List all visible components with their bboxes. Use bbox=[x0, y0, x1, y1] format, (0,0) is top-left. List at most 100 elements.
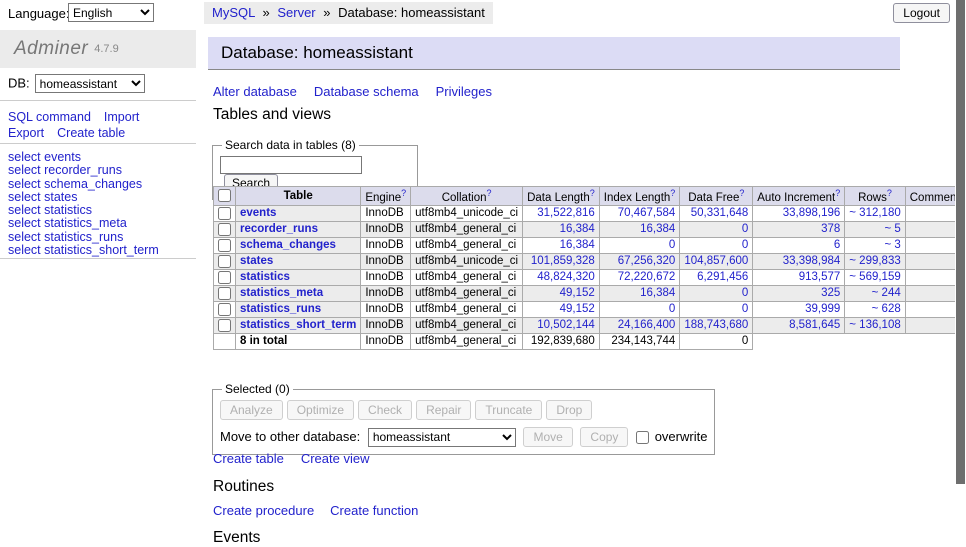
scrollbar-track[interactable] bbox=[955, 0, 966, 543]
auto-increment-link[interactable]: 33,398,984 bbox=[783, 255, 841, 267]
index-length-link[interactable]: 72,220,672 bbox=[618, 271, 676, 283]
table-link-schema_changes[interactable]: schema_changes bbox=[240, 239, 336, 251]
row-checkbox[interactable] bbox=[218, 207, 231, 220]
overwrite-checkbox[interactable] bbox=[636, 431, 649, 444]
data-free-link[interactable]: 0 bbox=[742, 223, 748, 235]
data-length-link[interactable]: 16,384 bbox=[560, 239, 595, 251]
auto-increment-link[interactable]: 378 bbox=[821, 223, 840, 235]
breadcrumb-link-server[interactable]: Server bbox=[277, 5, 315, 20]
row-checkbox[interactable] bbox=[218, 239, 231, 252]
logout-button[interactable]: Logout bbox=[893, 3, 950, 23]
auto-increment-link[interactable]: 39,999 bbox=[805, 303, 840, 315]
sidebar-table-link-select-statistics-meta[interactable]: select statistics_meta bbox=[8, 217, 196, 230]
table-link-events[interactable]: events bbox=[240, 207, 276, 219]
routine-link-create-function[interactable]: Create function bbox=[330, 503, 418, 518]
row-checkbox[interactable] bbox=[218, 255, 231, 268]
table-link-states[interactable]: states bbox=[240, 255, 273, 267]
optimize-button[interactable]: Optimize bbox=[287, 400, 354, 420]
sidebar-table-link-select-recorder-runs[interactable]: select recorder_runs bbox=[8, 164, 196, 177]
data-length-link[interactable]: 48,824,320 bbox=[537, 271, 595, 283]
data-free-link[interactable]: 50,331,648 bbox=[691, 207, 749, 219]
auto-increment-link[interactable]: 8,581,645 bbox=[789, 319, 840, 331]
row-checkbox[interactable] bbox=[218, 287, 231, 300]
column-help-link[interactable]: ? bbox=[401, 188, 406, 198]
auto-increment-link[interactable]: 325 bbox=[821, 287, 840, 299]
search-input[interactable] bbox=[220, 156, 362, 174]
create-link-create-view[interactable]: Create view bbox=[301, 451, 370, 466]
data-free-link[interactable]: 0 bbox=[742, 303, 748, 315]
column-help-link[interactable]: ? bbox=[835, 188, 840, 198]
sidebar-table-link-select-schema-changes[interactable]: select schema_changes bbox=[8, 178, 196, 191]
sidebar-table-link-select-statistics-short-term[interactable]: select statistics_short_term bbox=[8, 244, 196, 257]
sidebar-action-import[interactable]: Import bbox=[104, 109, 139, 125]
auto-increment-link[interactable]: 33,898,196 bbox=[783, 207, 841, 219]
db-link-alter-database[interactable]: Alter database bbox=[213, 84, 297, 99]
check-button[interactable]: Check bbox=[358, 400, 412, 420]
table-link-statistics_runs[interactable]: statistics_runs bbox=[240, 303, 321, 315]
row-checkbox[interactable] bbox=[218, 303, 231, 316]
sidebar-action-create-table[interactable]: Create table bbox=[57, 125, 125, 141]
column-help-link[interactable]: ? bbox=[887, 188, 892, 198]
db-link-privileges[interactable]: Privileges bbox=[436, 84, 492, 99]
index-length-link[interactable]: 0 bbox=[669, 239, 675, 251]
rows-link[interactable]: ~ 569,159 bbox=[849, 271, 900, 283]
index-length-link[interactable]: 16,384 bbox=[640, 287, 675, 299]
data-free-link[interactable]: 0 bbox=[742, 287, 748, 299]
column-help-link[interactable]: ? bbox=[590, 188, 595, 198]
repair-button[interactable]: Repair bbox=[416, 400, 471, 420]
data-free-link[interactable]: 6,291,456 bbox=[697, 271, 748, 283]
sidebar-table-link-select-states[interactable]: select states bbox=[8, 191, 196, 204]
sidebar-table-link-select-events[interactable]: select events bbox=[8, 151, 196, 164]
table-link-recorder_runs[interactable]: recorder_runs bbox=[240, 223, 318, 235]
analyze-button[interactable]: Analyze bbox=[220, 400, 283, 420]
auto-increment-link[interactable]: 913,577 bbox=[799, 271, 841, 283]
rows-link[interactable]: ~ 312,180 bbox=[849, 207, 900, 219]
move-button[interactable]: Move bbox=[523, 427, 572, 447]
row-checkbox[interactable] bbox=[218, 223, 231, 236]
data-length-link[interactable]: 49,152 bbox=[560, 303, 595, 315]
column-help-link[interactable]: ? bbox=[670, 188, 675, 198]
db-link-database-schema[interactable]: Database schema bbox=[314, 84, 419, 99]
move-db-select[interactable]: homeassistant bbox=[368, 428, 516, 447]
data-length-link[interactable]: 16,384 bbox=[560, 223, 595, 235]
sidebar-action-export[interactable]: Export bbox=[8, 125, 44, 141]
data-length-link[interactable]: 10,502,144 bbox=[537, 319, 595, 331]
db-select[interactable]: homeassistant bbox=[35, 74, 145, 93]
scrollbar-thumb[interactable] bbox=[956, 0, 965, 484]
rows-link[interactable]: ~ 628 bbox=[872, 303, 901, 315]
row-checkbox[interactable] bbox=[218, 319, 231, 332]
sidebar-table-link-select-statistics[interactable]: select statistics bbox=[8, 204, 196, 217]
data-free-link[interactable]: 104,857,600 bbox=[684, 255, 748, 267]
truncate-button[interactable]: Truncate bbox=[475, 400, 542, 420]
column-help-link[interactable]: ? bbox=[739, 188, 744, 198]
auto-increment-link[interactable]: 6 bbox=[834, 239, 840, 251]
routine-link-create-procedure[interactable]: Create procedure bbox=[213, 503, 314, 518]
data-length-link[interactable]: 31,522,816 bbox=[537, 207, 595, 219]
index-length-link[interactable]: 16,384 bbox=[640, 223, 675, 235]
table-link-statistics_meta[interactable]: statistics_meta bbox=[240, 287, 323, 299]
data-length-link[interactable]: 49,152 bbox=[560, 287, 595, 299]
sidebar-table-link-select-statistics-runs[interactable]: select statistics_runs bbox=[8, 231, 196, 244]
breadcrumb-link-mysql[interactable]: MySQL bbox=[212, 5, 255, 20]
language-select[interactable]: English bbox=[68, 3, 154, 22]
create-link-create-table[interactable]: Create table bbox=[213, 451, 284, 466]
rows-link[interactable]: ~ 136,108 bbox=[849, 319, 900, 331]
table-link-statistics[interactable]: statistics bbox=[240, 271, 290, 283]
index-length-link[interactable]: 70,467,584 bbox=[618, 207, 676, 219]
sidebar-action-sql-command[interactable]: SQL command bbox=[8, 109, 91, 125]
index-length-link[interactable]: 0 bbox=[669, 303, 675, 315]
rows-link[interactable]: ~ 244 bbox=[872, 287, 901, 299]
table-link-statistics_short_term[interactable]: statistics_short_term bbox=[240, 319, 356, 331]
copy-button[interactable]: Copy bbox=[580, 427, 628, 447]
drop-button[interactable]: Drop bbox=[546, 400, 592, 420]
row-checkbox[interactable] bbox=[218, 271, 231, 284]
select-all-checkbox[interactable] bbox=[218, 189, 231, 202]
index-length-link[interactable]: 67,256,320 bbox=[618, 255, 676, 267]
data-length-link[interactable]: 101,859,328 bbox=[531, 255, 595, 267]
data-free-link[interactable]: 0 bbox=[742, 239, 748, 251]
index-length-link[interactable]: 24,166,400 bbox=[618, 319, 676, 331]
data-free-link[interactable]: 188,743,680 bbox=[684, 319, 748, 331]
column-help-link[interactable]: ? bbox=[486, 188, 491, 198]
rows-link[interactable]: ~ 5 bbox=[884, 223, 900, 235]
rows-link[interactable]: ~ 3 bbox=[884, 239, 900, 251]
